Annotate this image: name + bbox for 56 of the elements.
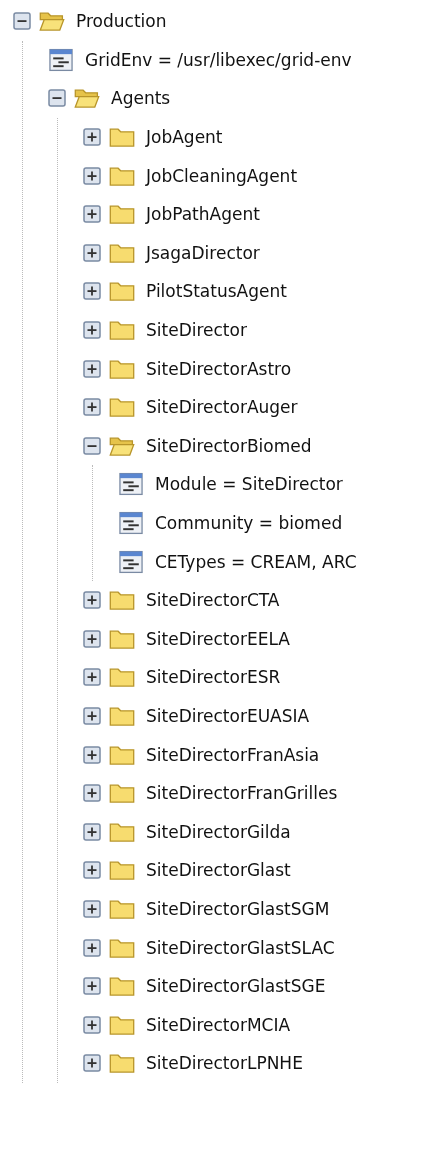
folder-label[interactable]: PilotStatusAgent	[146, 281, 287, 302]
folder-label[interactable]: SiteDirectorFranGrilles	[146, 783, 338, 804]
expand-icon[interactable]	[82, 281, 102, 302]
folder-label[interactable]: JsagaDirector	[146, 242, 260, 263]
expand-icon[interactable]	[82, 358, 102, 379]
option-label[interactable]: Community = biomed	[155, 513, 343, 533]
folder-label[interactable]: SiteDirectorGlastSGM	[146, 898, 330, 919]
expand-icon[interactable]	[82, 706, 102, 726]
expand-icon[interactable]	[82, 860, 102, 881]
folder-label[interactable]: SiteDirectorEUASIA	[146, 706, 310, 726]
folder-label[interactable]: SiteDirectorEELA	[146, 628, 290, 649]
folder-label[interactable]: SiteDirectorGlast	[146, 860, 291, 881]
folder-label[interactable]: SiteDirectorBiomed	[146, 435, 312, 456]
expand-icon[interactable]	[82, 976, 102, 997]
collapse-icon[interactable]	[82, 435, 102, 456]
folder-label[interactable]: SiteDirectorAuger	[146, 397, 298, 418]
expand-icon[interactable]	[82, 242, 102, 263]
folder-label[interactable]: SiteDirectorLPNHE	[146, 1053, 303, 1074]
expand-icon[interactable]	[82, 1053, 102, 1074]
option-label[interactable]: Module = SiteDirector	[155, 474, 343, 495]
folder-label[interactable]: SiteDirectorGilda	[146, 821, 291, 842]
collapse-icon[interactable]	[12, 11, 32, 32]
expand-icon[interactable]	[82, 821, 102, 842]
folder-label[interactable]: SiteDirectorESR	[146, 667, 281, 688]
folder-label[interactable]: JobAgent	[146, 127, 223, 148]
option-label[interactable]: CETypes = CREAM, ARC	[155, 551, 357, 572]
option-icon	[117, 471, 145, 498]
expand-icon[interactable]	[82, 744, 102, 765]
expand-icon[interactable]	[82, 127, 102, 148]
option-icon	[117, 510, 145, 536]
collapse-icon[interactable]	[47, 88, 67, 109]
expand-icon[interactable]	[82, 590, 102, 611]
expand-icon[interactable]	[82, 320, 102, 341]
expand-icon[interactable]	[82, 1014, 102, 1035]
folder-label[interactable]: SiteDirectorAstro	[146, 358, 292, 379]
folder-label[interactable]: Agents	[111, 88, 171, 109]
option-label[interactable]: GridEnv = /usr/libexec/grid-env	[85, 49, 352, 70]
expand-icon[interactable]	[82, 898, 102, 919]
folder-label[interactable]: SiteDirectorCTA	[146, 590, 280, 611]
folder-label[interactable]: SiteDirectorGlastSGE	[146, 976, 326, 997]
folder-label[interactable]: JobCleaningAgent	[146, 165, 298, 186]
expand-icon[interactable]	[82, 165, 102, 186]
option-icon	[47, 46, 75, 73]
expand-icon[interactable]	[82, 397, 102, 418]
expand-icon[interactable]	[82, 667, 102, 688]
expand-icon[interactable]	[82, 204, 102, 225]
expand-icon[interactable]	[82, 628, 102, 649]
folder-label[interactable]: JobPathAgent	[146, 204, 260, 225]
expand-icon[interactable]	[82, 783, 102, 804]
folder-label[interactable]: Production	[76, 11, 167, 32]
option-icon	[117, 548, 145, 575]
folder-label[interactable]: SiteDirectorMCIA	[146, 1014, 291, 1035]
folder-label[interactable]: SiteDirectorGlastSLAC	[146, 937, 335, 958]
folder-label[interactable]: SiteDirectorFranAsia	[146, 744, 320, 765]
expand-icon[interactable]	[82, 937, 102, 958]
folder-label[interactable]: SiteDirector	[146, 320, 247, 341]
